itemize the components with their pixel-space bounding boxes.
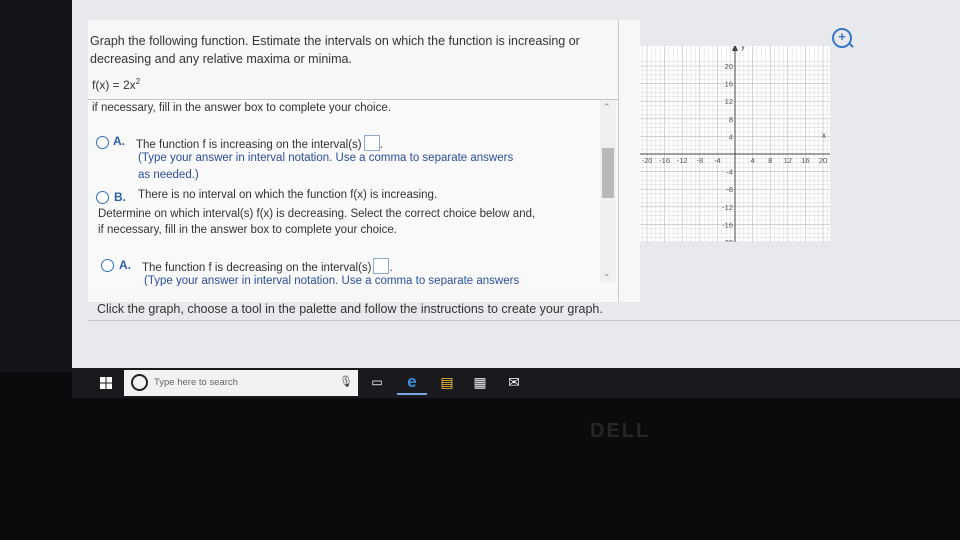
- increasing-hint-2: as needed.): [138, 169, 199, 181]
- mail-icon[interactable]: ✉: [505, 373, 523, 391]
- y-tick-label: -4: [726, 168, 733, 177]
- scrollbar[interactable]: ⌃ ⌄: [600, 100, 616, 282]
- y-tick-label: -12: [722, 203, 733, 212]
- answer-scroll-pane[interactable]: if necessary, fill in the answer box to …: [88, 100, 618, 286]
- decreasing-option-a-text: The function f is decreasing on the inte…: [142, 258, 393, 274]
- panel-divider: [618, 20, 619, 302]
- graph-area[interactable]: y x -20 -16 -12 -8 -4 4 8 12 16 20 20 16 12 8 4 -4 -8 -1…: [640, 46, 830, 242]
- scrollbar-thumb[interactable]: [602, 148, 614, 198]
- x-axis-label: x: [822, 131, 826, 140]
- instruction-text: if necessary, fill in the answer box to …: [92, 102, 391, 114]
- function-expression: f(x) = 2x2: [92, 77, 140, 92]
- dell-logo: DELL: [590, 420, 651, 442]
- increasing-option-a-letter: A.: [113, 134, 125, 148]
- x-tick-label: 20: [819, 156, 827, 165]
- y-tick-label: 20: [725, 62, 733, 71]
- search-placeholder: Type here to search: [154, 377, 238, 388]
- y-axis-label: y: [741, 46, 745, 51]
- scroll-up-icon[interactable]: ⌃: [603, 102, 611, 113]
- function-label: f(x) = 2x: [92, 78, 136, 92]
- graph-instruction: Click the graph, choose a tool in the pa…: [97, 302, 603, 316]
- cortana-icon[interactable]: [131, 374, 148, 391]
- edge-browser-icon[interactable]: e: [403, 373, 421, 391]
- x-tick-label: -8: [696, 156, 703, 165]
- x-tick-label: 16: [801, 156, 809, 165]
- x-tick-label: -12: [677, 156, 688, 165]
- x-tick-label: -16: [659, 156, 670, 165]
- zoom-in-icon[interactable]: +: [832, 28, 852, 48]
- increasing-answer-box[interactable]: [363, 135, 380, 151]
- task-view-icon[interactable]: ▭: [368, 373, 386, 391]
- increasing-option-b-text: There is no interval on which the functi…: [138, 189, 438, 201]
- y-tick-label: 16: [725, 80, 733, 89]
- decreasing-option-a-letter: A.: [119, 258, 131, 272]
- scroll-down-icon[interactable]: ⌄: [603, 268, 611, 279]
- x-tick-label: 4: [751, 156, 755, 165]
- increasing-hint-1: (Type your answer in interval notation. …: [138, 152, 514, 164]
- microphone-icon[interactable]: 🎙: [339, 375, 353, 388]
- question-text: Graph the following function. Estimate t…: [90, 32, 610, 68]
- increasing-option-a-radio[interactable]: [96, 136, 109, 149]
- question-line-2: decreasing and any relative maxima or mi…: [90, 52, 352, 66]
- decreasing-option-a-radio[interactable]: [101, 259, 114, 272]
- y-tick-label: 4: [729, 132, 733, 141]
- function-exponent: 2: [135, 77, 141, 86]
- decreasing-answer-box[interactable]: [373, 258, 390, 274]
- decreasing-prompt-2: if necessary, fill in the answer box to …: [98, 224, 397, 236]
- x-tick-label: -20: [642, 156, 653, 165]
- windows-start-icon[interactable]: [100, 377, 112, 389]
- decreasing-prompt-1: Determine on which interval(s) f(x) is d…: [98, 208, 536, 220]
- y-tick-label: -20: [722, 238, 733, 242]
- decreasing-hint-1: (Type your answer in interval notation. …: [144, 275, 520, 286]
- x-tick-label: 8: [768, 156, 772, 165]
- y-tick-label: 8: [729, 115, 733, 124]
- x-tick-label: -4: [714, 156, 721, 165]
- increasing-option-a-text: The function f is increasing on the inte…: [136, 135, 383, 151]
- active-app-indicator: [397, 393, 427, 395]
- question-line-1: Graph the following function. Estimate t…: [90, 34, 580, 48]
- y-tick-label: 12: [725, 97, 733, 106]
- monitor-bezel: [0, 0, 72, 372]
- increasing-option-a-label: The function f is increasing on the inte…: [136, 139, 362, 151]
- store-icon[interactable]: ▦: [471, 373, 489, 391]
- decreasing-option-a-label: The function f is decreasing on the inte…: [142, 262, 372, 274]
- footer-divider: [88, 320, 960, 321]
- increasing-option-b-radio[interactable]: [96, 191, 109, 204]
- y-tick-label: -16: [722, 220, 733, 229]
- x-tick-label: 12: [784, 156, 792, 165]
- file-explorer-icon[interactable]: ▤: [438, 373, 456, 391]
- y-tick-label: -8: [726, 185, 733, 194]
- increasing-option-b-letter: B.: [114, 190, 126, 204]
